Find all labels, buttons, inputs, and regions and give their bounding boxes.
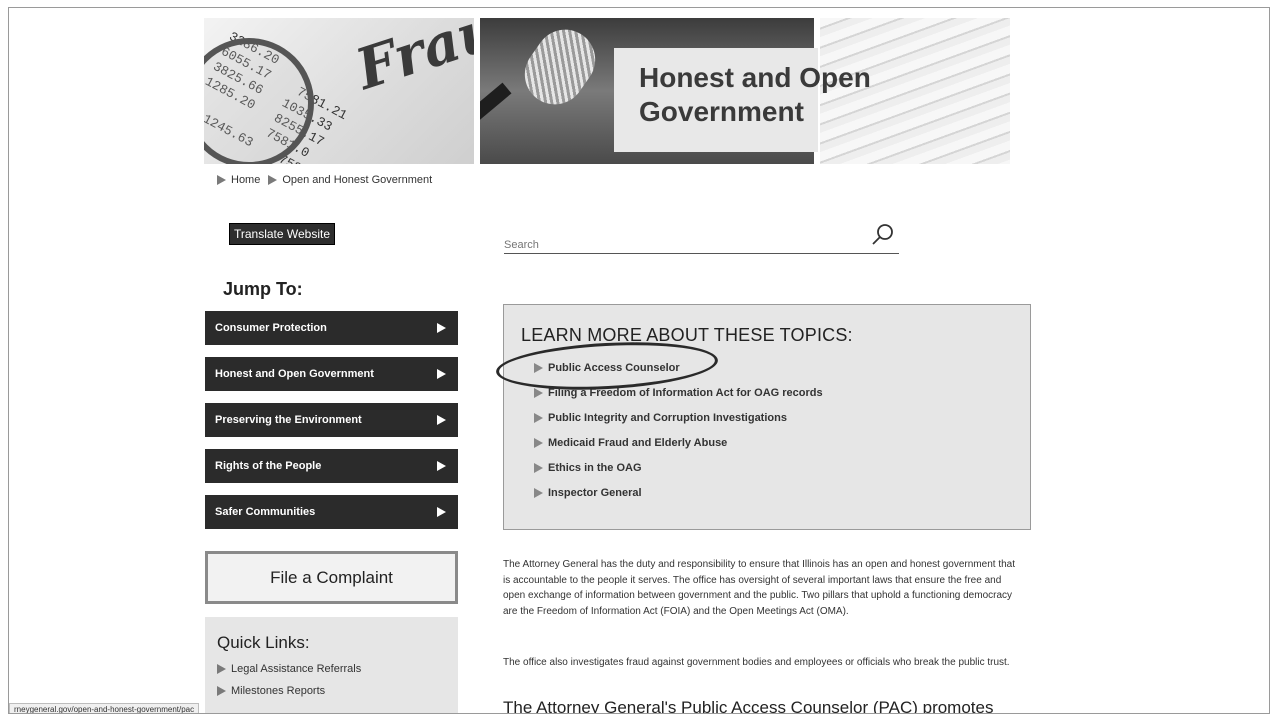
chevron-right-icon: [534, 487, 543, 498]
jump-item-consumer-protection[interactable]: Consumer Protection: [205, 311, 458, 345]
jump-item-rights-of-people[interactable]: Rights of the People: [205, 449, 458, 483]
quick-link-legal-assistance[interactable]: Legal Assistance Referrals: [217, 663, 458, 675]
topic-inspector-general[interactable]: Inspector General: [534, 480, 823, 505]
topic-label: Public Access Counselor: [548, 361, 680, 374]
topics-title: LEARN MORE ABOUT THESE TOPICS:: [521, 325, 853, 345]
topic-label: Ethics in the OAG: [548, 461, 642, 474]
chevron-right-icon: [534, 387, 543, 398]
translate-website-button[interactable]: Translate Website: [229, 223, 335, 245]
jump-item-label: Safer Communities: [215, 506, 316, 518]
search-icon[interactable]: [871, 222, 895, 246]
topic-public-access-counselor[interactable]: Public Access Counselor: [534, 355, 823, 380]
arrow-right-icon: [437, 323, 446, 333]
jump-item-preserving-environment[interactable]: Preserving the Environment: [205, 403, 458, 437]
arrow-right-icon: [437, 507, 446, 517]
quick-links-panel: Quick Links: Legal Assistance Referrals …: [205, 617, 458, 713]
arrow-right-icon: [437, 369, 446, 379]
topic-label: Filing a Freedom of Information Act for …: [548, 386, 823, 399]
breadcrumb-current-label: Open and Honest Government: [282, 174, 433, 186]
status-bar-url: rneygeneral.gov/open-and-honest-governme…: [9, 703, 200, 713]
chevron-right-icon: [217, 175, 226, 185]
chevron-right-icon: [534, 437, 543, 448]
search-bar: [504, 222, 899, 254]
quick-links-title: Quick Links:: [217, 633, 310, 652]
file-complaint-button[interactable]: File a Complaint: [205, 551, 458, 604]
topic-ethics-oag[interactable]: Ethics in the OAG: [534, 455, 823, 480]
microphone-icon: [513, 18, 607, 117]
topics-panel: LEARN MORE ABOUT THESE TOPICS: Public Ac…: [494, 304, 1031, 530]
chevron-right-icon: [217, 664, 226, 674]
arrow-right-icon: [437, 415, 446, 425]
mic-stem: [480, 82, 512, 152]
intro-paragraph: The Attorney General has the duty and re…: [503, 559, 1015, 617]
breadcrumb-home[interactable]: Home: [217, 174, 260, 186]
topic-list: Public Access Counselor Filing a Freedom…: [534, 355, 823, 505]
jump-item-safer-communities[interactable]: Safer Communities: [205, 495, 458, 529]
magnifier-icon: [204, 38, 314, 164]
search-input[interactable]: [504, 239, 844, 251]
breadcrumb-home-label: Home: [231, 174, 261, 186]
jump-to-title: Jump To:: [223, 279, 303, 299]
chevron-right-icon: [534, 362, 543, 373]
jump-item-label: Preserving the Environment: [215, 414, 362, 426]
chevron-right-icon: [534, 412, 543, 423]
topic-foia-oag-records[interactable]: Filing a Freedom of Information Act for …: [534, 380, 823, 405]
jump-item-honest-open-government[interactable]: Honest and Open Government: [205, 357, 458, 391]
banner-image-ledger: 3286.20 6055.17 7581.21 3825.66 1035.33 …: [204, 18, 474, 164]
topic-public-integrity[interactable]: Public Integrity and Corruption Investig…: [534, 405, 823, 430]
topic-label: Medicaid Fraud and Elderly Abuse: [548, 436, 728, 449]
breadcrumb-current[interactable]: Open and Honest Government: [268, 174, 432, 186]
quick-link-label: Legal Assistance Referrals: [231, 663, 362, 675]
jump-item-label: Honest and Open Government: [215, 368, 374, 380]
pac-heading: The Attorney General's Public Access Cou…: [503, 698, 994, 714]
chevron-right-icon: [217, 686, 226, 696]
quick-link-milestones[interactable]: Milestones Reports: [217, 685, 458, 697]
jump-item-label: Consumer Protection: [215, 322, 327, 334]
fraud-script-text: Fraud: [348, 18, 474, 103]
quick-link-label: Milestones Reports: [231, 685, 326, 697]
topic-label: Inspector General: [548, 486, 642, 499]
arrow-right-icon: [437, 461, 446, 471]
page-frame: 3286.20 6055.17 7581.21 3825.66 1035.33 …: [8, 7, 1270, 714]
chevron-right-icon: [534, 462, 543, 473]
hero-banner: 3286.20 6055.17 7581.21 3825.66 1035.33 …: [204, 18, 1010, 164]
banner-title: Honest and Open Government: [639, 62, 871, 127]
jump-item-label: Rights of the People: [215, 460, 322, 472]
topic-medicaid-fraud[interactable]: Medicaid Fraud and Elderly Abuse: [534, 430, 823, 455]
topic-label: Public Integrity and Corruption Investig…: [548, 411, 787, 424]
breadcrumb: Home Open and Honest Government: [217, 174, 432, 186]
chevron-right-icon: [268, 175, 278, 185]
fraud-paragraph: The office also investigates fraud again…: [503, 657, 1010, 668]
